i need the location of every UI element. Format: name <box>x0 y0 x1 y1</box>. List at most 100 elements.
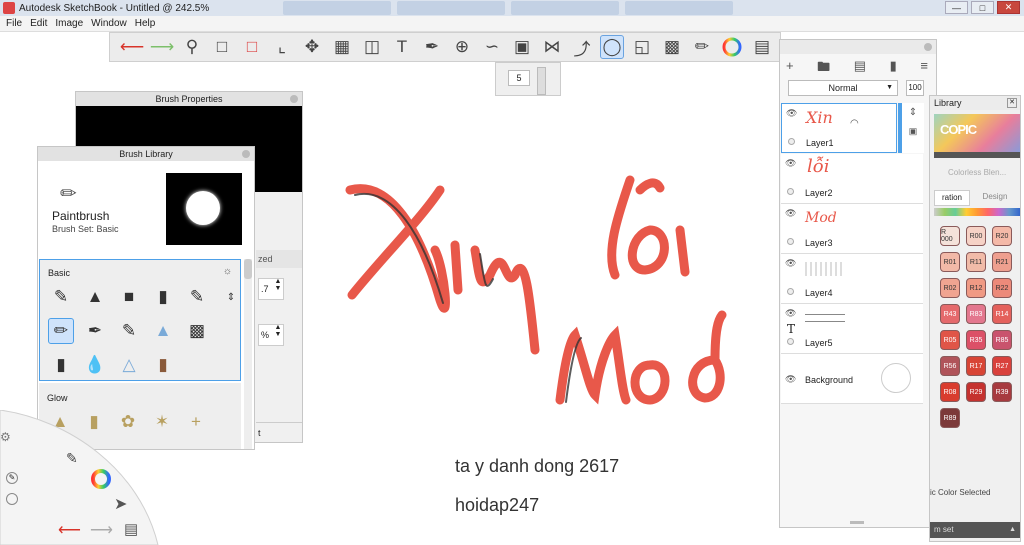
text-icon[interactable]: T <box>390 35 414 59</box>
scrollbar-thumb[interactable] <box>244 259 252 279</box>
brush-size-puck[interactable]: 5 <box>495 62 561 96</box>
tab-design[interactable]: Design <box>976 190 1014 206</box>
brush-smudge-icon[interactable]: ▲ <box>150 318 176 344</box>
copic-swatch[interactable]: R43 <box>940 304 960 324</box>
background-tab[interactable] <box>511 1 619 15</box>
layer-item-2[interactable]: 👁 lỗi Layer2 <box>781 154 923 204</box>
copic-swatch[interactable]: R21 <box>992 252 1012 272</box>
copic-swatch[interactable]: R05 <box>940 330 960 350</box>
copic-swatch[interactable]: R22 <box>992 278 1012 298</box>
close-icon[interactable] <box>242 150 250 158</box>
layer-radio[interactable] <box>787 238 794 245</box>
brush-library-icon[interactable]: ✏ <box>690 35 714 59</box>
brush-soft-eraser-icon[interactable]: ▮ <box>48 352 74 378</box>
brush-ballpoint-icon[interactable]: ✎ <box>184 284 210 310</box>
ruler-icon[interactable]: ✒ <box>420 35 444 59</box>
opacity-field[interactable]: 100 <box>906 80 924 96</box>
colorless-blender[interactable]: Colorless Blen... <box>948 168 1006 177</box>
brush-property-stepper[interactable]: ▲ ▼ <box>272 324 284 346</box>
clear-layer-icon[interactable]: ▮ <box>890 58 897 76</box>
brush-hard-eraser-icon[interactable]: ▩ <box>184 318 210 344</box>
layers-icon[interactable]: ▤ <box>750 35 774 59</box>
copic-swatch[interactable]: R12 <box>966 278 986 298</box>
brush-pencil-icon[interactable]: ✎ <box>48 284 74 310</box>
close-icon[interactable] <box>290 95 298 103</box>
tab-ration[interactable]: ration <box>934 190 970 206</box>
ellipse-guide-icon[interactable]: ⊕ <box>450 35 474 59</box>
menu-help[interactable]: Help <box>135 18 156 29</box>
visibility-eye-icon[interactable]: 👁 <box>785 158 796 169</box>
lagoon-layers-icon[interactable]: ▤ <box>124 520 138 538</box>
visibility-eye-icon[interactable]: 👁 <box>785 258 796 269</box>
copic-swatch[interactable]: R39 <box>992 382 1012 402</box>
layer-item-3[interactable]: 👁 Mod Layer3 <box>781 204 923 254</box>
distort-icon[interactable]: ▦ <box>330 35 354 59</box>
brush-paintbrush-icon[interactable]: ✏ <box>48 318 74 344</box>
redo-icon[interactable]: ⟶ <box>150 35 174 59</box>
copic-swatch[interactable]: R14 <box>992 304 1012 324</box>
lagoon-radio-icon[interactable] <box>6 493 18 505</box>
lagoon-select-icon[interactable]: ➤ <box>114 494 127 514</box>
brush-library-scrollbar[interactable] <box>244 259 252 449</box>
close-button[interactable]: ✕ <box>997 1 1020 14</box>
stroke-icon[interactable]: ⤴ <box>570 35 594 59</box>
layer-radio[interactable] <box>787 338 794 345</box>
perspective-icon[interactable]: ◫ <box>360 35 384 59</box>
copic-bottom-bar[interactable]: m set ▲ <box>930 522 1020 538</box>
brush-size-value[interactable]: 5 <box>508 70 530 86</box>
brush-fill-icon[interactable]: ▮ <box>150 352 176 378</box>
close-icon[interactable] <box>924 43 932 51</box>
copic-swatch[interactable]: R11 <box>966 252 986 272</box>
layer-move-icon[interactable]: ⇕ <box>902 107 924 118</box>
brush-size-arrows-icon[interactable]: ⇕ <box>218 284 244 310</box>
lagoon-redo-icon[interactable]: ⟶ <box>90 520 113 540</box>
visibility-eye-icon[interactable]: 👁 <box>786 108 797 119</box>
menu-file[interactable]: File <box>6 18 22 29</box>
add-image-icon[interactable]: ▤ <box>854 58 866 76</box>
lagoon-settings-icon[interactable]: ⚙ <box>0 430 11 444</box>
background-tab[interactable] <box>397 1 505 15</box>
visibility-eye-icon[interactable]: 👁 <box>785 374 796 385</box>
copic-collapse-bar[interactable] <box>934 152 1020 158</box>
background-tab[interactable] <box>625 1 733 15</box>
visibility-eye-icon[interactable]: 👁 <box>785 208 796 219</box>
copic-swatch[interactable]: R85 <box>992 330 1012 350</box>
blend-mode-select[interactable]: Normal ▼ <box>788 80 898 96</box>
glow-brush-icon[interactable]: + <box>183 409 209 435</box>
brush-set-options-icon[interactable]: ☼ <box>223 266 232 277</box>
layer-radio[interactable] <box>788 138 795 145</box>
select-rect-icon[interactable]: □ <box>210 35 234 59</box>
copic-swatch[interactable]: R08 <box>940 382 960 402</box>
layer-item-1[interactable]: 👁 Xin ◠ Layer1 <box>781 103 897 153</box>
predictive-stroke-icon[interactable]: ◯ <box>600 35 624 59</box>
brush-airbrush-icon[interactable]: ▲ <box>82 284 108 310</box>
copic-swatch[interactable]: R29 <box>966 382 986 402</box>
layer-lock-icon[interactable]: ▣ <box>902 126 924 137</box>
copic-swatch[interactable]: R83 <box>966 304 986 324</box>
brush-properties-tab[interactable]: zed <box>256 250 302 268</box>
curve-icon[interactable]: ∽ <box>480 35 504 59</box>
lagoon-pencil-icon[interactable]: ✎ <box>6 472 18 484</box>
symmetry-icon[interactable]: ⋈ <box>540 35 564 59</box>
layer-radio[interactable] <box>787 188 794 195</box>
copic-swatch[interactable]: R27 <box>992 356 1012 376</box>
add-group-icon[interactable]: 🖿 <box>817 58 830 76</box>
copic-swatch[interactable]: R01 <box>940 252 960 272</box>
minimize-button[interactable]: — <box>945 1 968 14</box>
copic-swatch[interactable]: R89 <box>940 408 960 428</box>
perspective-guide-icon[interactable]: ▣ <box>510 35 534 59</box>
zoom-icon[interactable]: ⚲ <box>180 35 204 59</box>
layer-panel-resize-handle[interactable] <box>850 521 864 524</box>
maximize-button[interactable]: □ <box>971 1 994 14</box>
copic-swatch[interactable]: R20 <box>992 226 1012 246</box>
layer-item-5[interactable]: 👁 T Layer5 <box>781 304 923 354</box>
brush-marker-icon[interactable]: ■ <box>116 284 142 310</box>
brush-blur-icon[interactable]: 💧 <box>82 352 108 378</box>
brush-property-stepper[interactable]: ▲ ▼ <box>272 278 284 300</box>
menu-image[interactable]: Image <box>55 18 83 29</box>
crop-icon[interactable]: ⌞ <box>270 35 294 59</box>
layer-menu-icon[interactable]: ≡ <box>920 58 928 76</box>
close-icon[interactable]: ✕ <box>1007 98 1017 108</box>
copic-swatch[interactable]: R35 <box>966 330 986 350</box>
brush-size-slider[interactable] <box>537 67 546 95</box>
